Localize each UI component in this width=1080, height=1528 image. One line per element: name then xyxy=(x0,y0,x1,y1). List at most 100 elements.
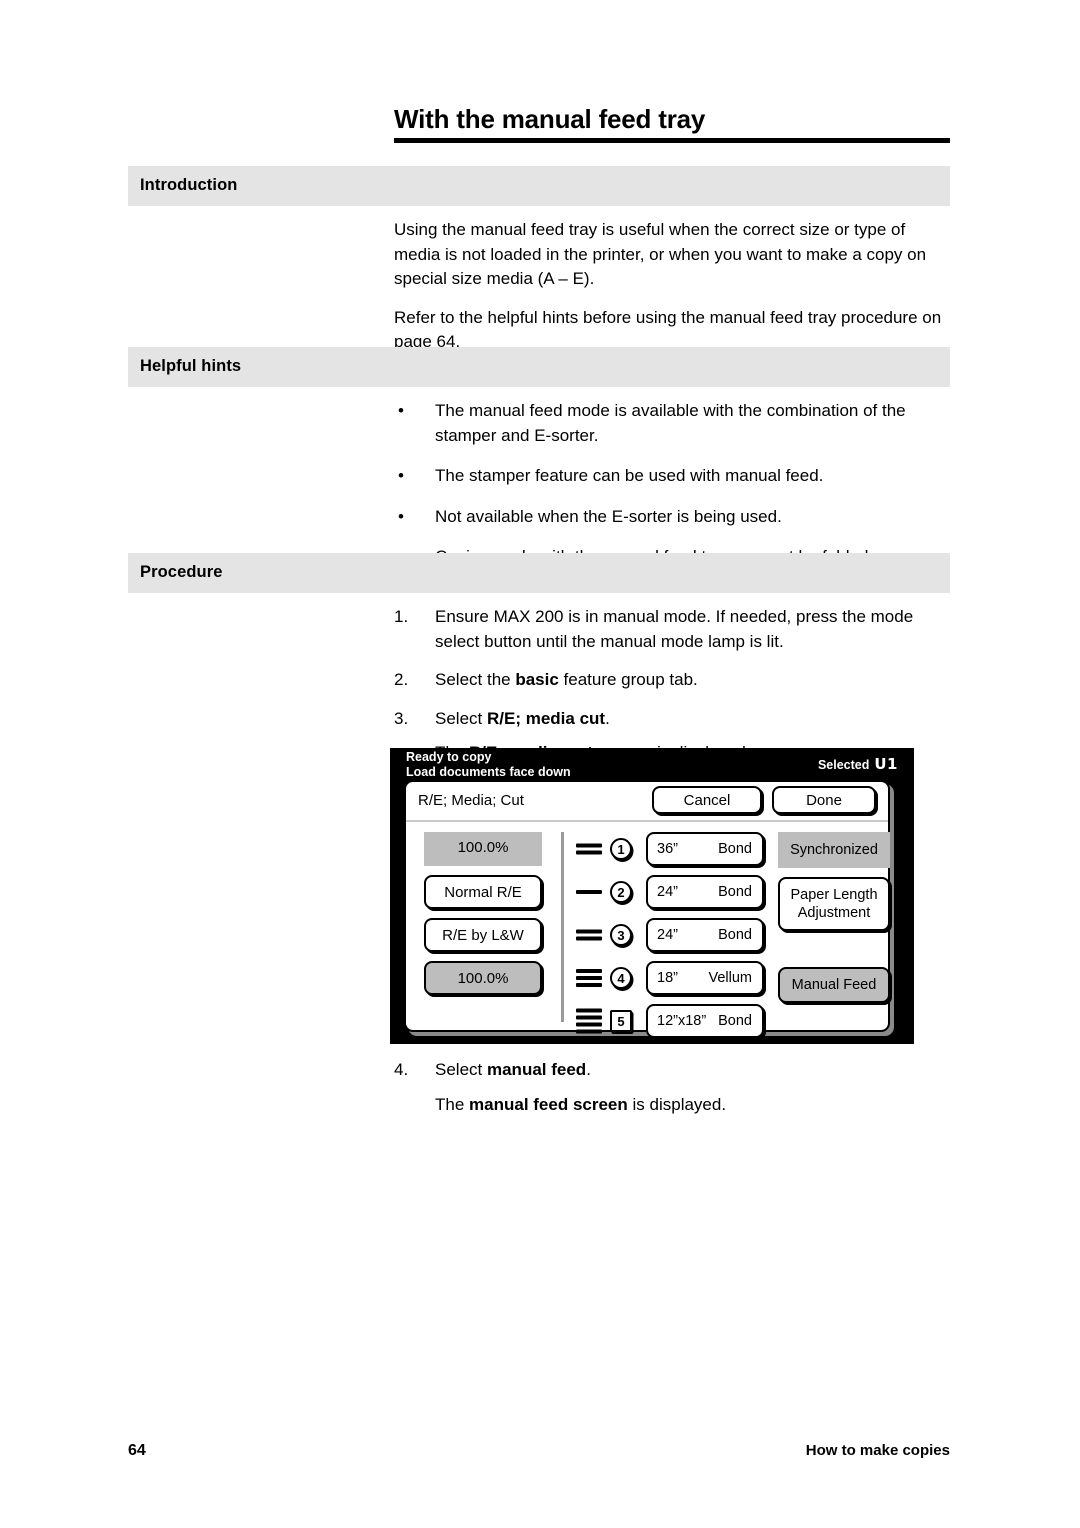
media-type: Bond xyxy=(718,884,752,900)
zoom-ratio-bottom-button[interactable]: 100.0% xyxy=(424,961,542,995)
media-button-roll-1[interactable]: 36” Bond xyxy=(646,832,764,866)
page-title: With the manual feed tray xyxy=(394,104,706,134)
copier-dialog-title: R/E; Media; Cut xyxy=(418,792,524,809)
media-button-roll-3[interactable]: 24” Bond xyxy=(646,918,764,952)
copier-dialog-titlebar: R/E; Media; Cut Cancel Done xyxy=(406,782,888,822)
step-text-pre: Select xyxy=(435,1060,487,1079)
option-spacer xyxy=(778,931,890,967)
selected-label: Selected xyxy=(817,758,870,772)
procedure-steps-continued: 4. Select manual feed. The manual feed s… xyxy=(394,1058,950,1131)
media-roll-indicator: 4 xyxy=(576,961,644,995)
list-item: • Not available when the E-sorter is bei… xyxy=(394,505,950,530)
media-type: Bond xyxy=(718,841,752,857)
media-size: 24” xyxy=(657,884,678,900)
media-type: Vellum xyxy=(708,970,752,986)
procedure-step-2: 2. Select the basic feature group tab. xyxy=(394,668,950,693)
step-text-pre: Select the xyxy=(435,670,516,689)
step-text: Ensure MAX 200 is in manual mode. If nee… xyxy=(435,607,914,651)
introduction-body: Using the manual feed tray is useful whe… xyxy=(394,218,950,355)
list-item-text: Not available when the E-sorter is being… xyxy=(435,506,782,526)
media-type: Bond xyxy=(718,927,752,943)
copier-touchscreen-figure: Ready to copy Load documents face down S… xyxy=(390,748,914,1044)
synchronized-button[interactable]: Synchronized xyxy=(778,832,890,868)
section-bar-procedure: Procedure xyxy=(128,553,950,593)
media-roll-indicator-column: 1 2 3 4 5 xyxy=(576,832,644,1047)
step-text-post: . xyxy=(605,708,610,728)
bullet-icon: • xyxy=(398,401,404,420)
list-item: • The stamper feature can be used with m… xyxy=(394,464,950,489)
section-heading-helpful-hints: Helpful hints xyxy=(140,357,242,375)
step-number: 2. xyxy=(394,670,409,689)
media-button-cut-sheet-5[interactable]: 12”x18” Bond xyxy=(646,1004,764,1038)
reduce-enlarge-column: 100.0% Normal R/E R/E by L&W 100.0% xyxy=(424,832,542,1004)
step-text-bold: manual feed xyxy=(486,1060,587,1079)
roll-number-badge-icon: 3 xyxy=(610,924,632,946)
media-size: 36” xyxy=(657,841,678,857)
footer-page-number: 64 xyxy=(128,1442,146,1459)
re-by-lw-button[interactable]: R/E by L&W xyxy=(424,918,542,952)
step-number: 1. xyxy=(394,607,409,626)
section-heading-introduction: Introduction xyxy=(140,176,238,194)
step-text-post: feature group tab. xyxy=(558,670,698,689)
section-bar-helpful-hints: Helpful hints xyxy=(128,347,950,387)
copier-dialog-window: R/E; Media; Cut Cancel Done 100.0% Norma… xyxy=(404,780,890,1038)
roll-number-badge-icon: 2 xyxy=(610,881,632,903)
introduction-paragraph-1: Using the manual feed tray is useful whe… xyxy=(394,220,927,288)
column-divider xyxy=(561,832,564,1022)
roll-number-badge-icon: 4 xyxy=(610,967,632,989)
cut-sheet-number-badge-icon: 5 xyxy=(610,1010,632,1032)
step-note-post: is displayed. xyxy=(627,1094,727,1114)
roll-level-bars-icon xyxy=(576,890,602,894)
paper-length-adjustment-button[interactable]: Paper Length Adjustment xyxy=(778,877,890,931)
step-note-bold: manual feed screen xyxy=(469,1094,628,1114)
list-item-text: The stamper feature can be used with man… xyxy=(435,466,824,485)
copier-selected-indicator: Selected U1 xyxy=(818,757,898,773)
cut-options-column: Synchronized Paper Length Adjustment Man… xyxy=(778,832,890,1003)
list-item-text: The manual feed mode is available with t… xyxy=(435,401,906,445)
normal-re-button[interactable]: Normal R/E xyxy=(424,875,542,909)
done-button[interactable]: Done xyxy=(772,786,876,814)
paper-length-line-1: Paper Length xyxy=(790,887,878,903)
manual-feed-button[interactable]: Manual Feed xyxy=(778,967,890,1003)
cancel-button[interactable]: Cancel xyxy=(652,786,762,814)
step-note-pre: The xyxy=(435,1094,470,1114)
media-size: 24” xyxy=(657,927,678,943)
media-button-roll-4[interactable]: 18” Vellum xyxy=(646,961,764,995)
bullet-icon: • xyxy=(398,466,404,485)
roll-level-bars-icon xyxy=(576,929,602,941)
media-roll-indicator: 2 xyxy=(576,875,644,909)
step-number: 4. xyxy=(394,1060,409,1079)
title-underline-rule xyxy=(394,138,950,143)
helpful-hints-list: • The manual feed mode is available with… xyxy=(394,399,950,570)
step-text-bold: R/E; media cut xyxy=(486,708,606,728)
copier-status-messages: Ready to copy Load documents face down xyxy=(406,750,571,780)
step-text-bold: basic xyxy=(515,670,559,689)
procedure-step-3: 3. Select R/E; media cut. xyxy=(394,707,950,732)
step-number: 3. xyxy=(394,708,409,728)
step-text-pre: Select xyxy=(435,708,487,728)
roll-level-bars-icon xyxy=(576,843,602,855)
page-title-block: With the manual feed tray xyxy=(394,104,950,143)
media-size: 18” xyxy=(657,970,678,986)
bullet-icon: • xyxy=(398,506,404,526)
section-heading-procedure: Procedure xyxy=(140,563,223,581)
procedure-step-4: 4. Select manual feed. xyxy=(394,1058,950,1083)
copier-status-bar: Ready to copy Load documents face down S… xyxy=(390,748,914,780)
procedure-step-4-note: The manual feed screen is displayed. xyxy=(394,1093,950,1118)
section-bar-introduction: Introduction xyxy=(128,166,950,206)
footer-chapter-title: How to make copies xyxy=(805,1442,950,1459)
zoom-ratio-top-display[interactable]: 100.0% xyxy=(424,832,542,866)
media-roll-indicator: 1 xyxy=(576,832,644,866)
media-size: 12”x18” xyxy=(657,1013,707,1029)
copier-dialog-body: 100.0% Normal R/E R/E by L&W 100.0% 1 2 … xyxy=(406,822,890,1038)
copier-status-line-2: Load documents face down xyxy=(406,765,571,779)
selected-value: U1 xyxy=(874,755,898,773)
roll-level-bars-icon xyxy=(576,1008,602,1034)
roll-number-badge-icon: 1 xyxy=(610,838,632,860)
media-roll-indicator: 5 xyxy=(576,1004,644,1038)
media-selection-column: 36” Bond 24” Bond 24” Bond 18” Vellum 12… xyxy=(646,832,764,1047)
media-button-roll-2[interactable]: 24” Bond xyxy=(646,875,764,909)
roll-level-bars-icon xyxy=(576,969,602,987)
list-item: • The manual feed mode is available with… xyxy=(394,399,950,448)
paper-length-line-2: Adjustment xyxy=(797,905,871,921)
